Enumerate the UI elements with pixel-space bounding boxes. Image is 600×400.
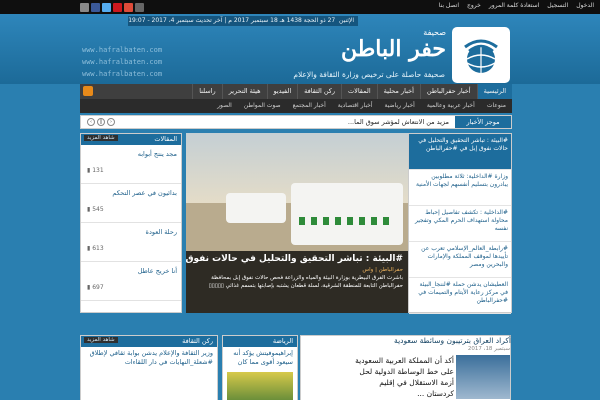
top-bar: الدخول التسجيل استعادة كلمة المرور خروج … [0, 0, 600, 14]
main-nav: الرئيسية أخبار حفرالباطن أخبار محلية الم… [80, 84, 512, 99]
feature-title[interactable]: أكراد العراق بترتيبون وسائطة سعودية [300, 336, 511, 345]
sub-nav: منوعات أخبار عربية وعالمية أخبار رياضية … [80, 99, 512, 113]
site-watermark: www.hafralbaten.com www.hafralbaten.com … [82, 44, 162, 80]
sports-box-header: الرياضة [223, 336, 297, 347]
ticker-pause-icon[interactable]: ∥ [97, 118, 105, 126]
nav-articles[interactable]: المقالات [341, 84, 377, 99]
subnav-world[interactable]: أخبار عربية وعالمية [421, 99, 481, 113]
site-tagline: صحيفة حاصلة على ترخيص وزارة الثقافة والإ… [293, 70, 445, 79]
slider-caption: #البيئة : تباشر التحقيق والتحليل في حالا… [186, 251, 408, 313]
list-item[interactable]: أنا خريج عاطل ▮ 697 [81, 262, 181, 301]
article-title[interactable]: رحلة العودة [146, 228, 177, 236]
view-count: ▮ 613 [87, 245, 104, 252]
article-title[interactable]: أنا خريج عاطل [138, 267, 177, 275]
list-item[interactable]: العطيشان يدشن حملة #لننجا_البيئة في مركز… [409, 278, 511, 314]
article-title[interactable]: مجد ينتج أبوابه [138, 150, 177, 158]
globe-logo-icon [464, 39, 498, 73]
sports-thumbnail[interactable] [227, 372, 293, 400]
date-bar: الإثنين ⁩ 27 ذو الحجة 1438 هـ 18 سبتمبر … [128, 16, 358, 26]
register-link[interactable]: التسجيل [547, 2, 568, 9]
feature-thumbnail[interactable] [456, 355, 510, 399]
slider-meta: حفرالباطن | واس [362, 267, 403, 273]
list-item[interactable]: #البيئة : تباشر التحقيق والتحليل في حالا… [409, 134, 511, 170]
nav-hafr-news[interactable]: أخبار حفرالباطن [419, 84, 477, 99]
list-item[interactable]: مجد ينتج أبوابه ▮ 131 [81, 145, 181, 184]
subnav-photos[interactable]: الصور [211, 99, 238, 113]
feature-body: أكد أن المملكة العربية السعودية على خط ا… [355, 356, 454, 398]
sports-headline[interactable]: إبراهيموفيتش يؤكد أنه سيعود أقوى مما كان [223, 347, 297, 369]
list-item[interactable]: وزارة #الداخلية: ثلاثة مطلوبين يبادرون ب… [409, 170, 511, 206]
watermark-line: www.hafralbaten.com [82, 70, 163, 78]
twitter-icon[interactable] [102, 2, 111, 12]
site-name: صحيفة حفر الباطن [296, 28, 446, 61]
ticker-controls: ‹ ∥ › [87, 118, 115, 126]
subnav-misc[interactable]: منوعات [481, 99, 512, 113]
nav-editorial[interactable]: هيئة التحرير [221, 84, 267, 99]
site-name-big: حفر الباطن [341, 36, 446, 62]
recover-password-link[interactable]: استعادة كلمة المرور [489, 2, 539, 9]
news-ticker: موجز الأخبار مزيد من الانتعاش لمؤشر سوق … [80, 115, 512, 129]
vehicle-photo [291, 183, 403, 245]
ticker-text[interactable]: مزيد من الانتعاش لمؤشر سوق الما... [348, 118, 449, 126]
email-icon[interactable] [135, 2, 144, 12]
sports-box-title: الرياضة [272, 337, 293, 345]
culture-box-header: ركن الثقافة شاهد المزيد [81, 336, 217, 347]
sports-box: الرياضة إبراهيموفيتش يؤكد أنه سيعود أقوى… [222, 335, 298, 400]
social-icons [80, 2, 144, 12]
contact-link[interactable]: اتصل بنا [439, 2, 459, 9]
culture-box-title: ركن الثقافة [182, 337, 213, 345]
googleplus-icon[interactable] [124, 2, 133, 12]
culture-box: ركن الثقافة شاهد المزيد وزير الثقافة وال… [80, 335, 218, 400]
article-title[interactable]: بدائيون في عصر التحكم [112, 189, 177, 197]
nav-contact[interactable]: راسلنا [192, 84, 222, 99]
account-links: الدخول التسجيل استعادة كلمة المرور خروج … [439, 2, 594, 9]
ticker-prev-icon[interactable]: ‹ [87, 118, 95, 126]
nav-home[interactable]: الرئيسية [476, 84, 512, 99]
view-count-value: 131 [92, 167, 104, 174]
site-logo[interactable] [452, 27, 510, 83]
logout-link[interactable]: خروج [467, 2, 481, 9]
culture-headline[interactable]: وزير الثقافة والإعلام يدشن بوابة ثقافي ل… [81, 347, 217, 369]
watermark-line: www.hafralbaten.com [82, 46, 163, 54]
vehicle-photo [226, 193, 286, 223]
headline-list: #البيئة : تباشر التحقيق والتحليل في حالا… [408, 133, 512, 314]
slider-excerpt: باشرت الفرق البيطرية بوزارة البيئة والمي… [208, 275, 403, 289]
featured-slider[interactable]: #البيئة : تباشر التحقيق والتحليل في حالا… [186, 133, 408, 313]
list-item[interactable]: #الداخلية : تكشف تفاصيل إحباط محاولة است… [409, 206, 511, 242]
rss-icon[interactable] [80, 2, 89, 12]
subnav-citizen[interactable]: صوت المواطن [238, 99, 287, 113]
subnav-society[interactable]: أخبار المجتمع [287, 99, 332, 113]
login-link[interactable]: الدخول [576, 2, 594, 9]
ticker-label: موجز الأخبار [455, 116, 511, 128]
nav-video[interactable]: الفيديو [266, 84, 298, 99]
feature-date: سبتمبر 18، 2017 [467, 346, 510, 352]
subnav-economy[interactable]: أخبار اقتصادية [332, 99, 379, 113]
vehicle-stripe [299, 217, 395, 225]
subnav-sports[interactable]: أخبار رياضية [379, 99, 421, 113]
facebook-icon[interactable] [91, 2, 100, 12]
nav-culture[interactable]: ركن الثقافة [297, 84, 341, 99]
nav-local-news[interactable]: أخبار محلية [376, 84, 420, 99]
ticker-next-icon[interactable]: › [107, 118, 115, 126]
view-count: ▮ 131 [87, 167, 104, 174]
watermark-line: www.hafralbaten.com [82, 58, 163, 66]
articles-box-header: المقالات شاهد المزيد [81, 134, 181, 145]
youtube-icon[interactable] [113, 2, 122, 12]
slider-title[interactable]: #البيئة : تباشر التحقيق والتحليل في حالا… [186, 254, 403, 264]
view-count: ▮ 545 [87, 206, 104, 213]
articles-more-link[interactable]: شاهد المزيد [84, 135, 118, 141]
articles-box-title: المقالات [154, 135, 177, 143]
list-item[interactable]: بدائيون في عصر التحكم ▮ 545 [81, 184, 181, 223]
articles-box: المقالات شاهد المزيد مجد ينتج أبوابه ▮ 1… [80, 133, 182, 313]
view-count-value: 613 [92, 245, 104, 252]
list-item[interactable]: #رابطة_العالم_الإسلامي تعرب عن تأييدها ل… [409, 242, 511, 278]
culture-more-link[interactable]: شاهد المزيد [84, 337, 118, 343]
list-item[interactable]: رحلة العودة ▮ 613 [81, 223, 181, 262]
view-count-value: 697 [92, 284, 104, 291]
rss-icon[interactable] [83, 86, 93, 96]
view-count: ▮ 697 [87, 284, 104, 291]
view-count-value: 545 [92, 206, 104, 213]
